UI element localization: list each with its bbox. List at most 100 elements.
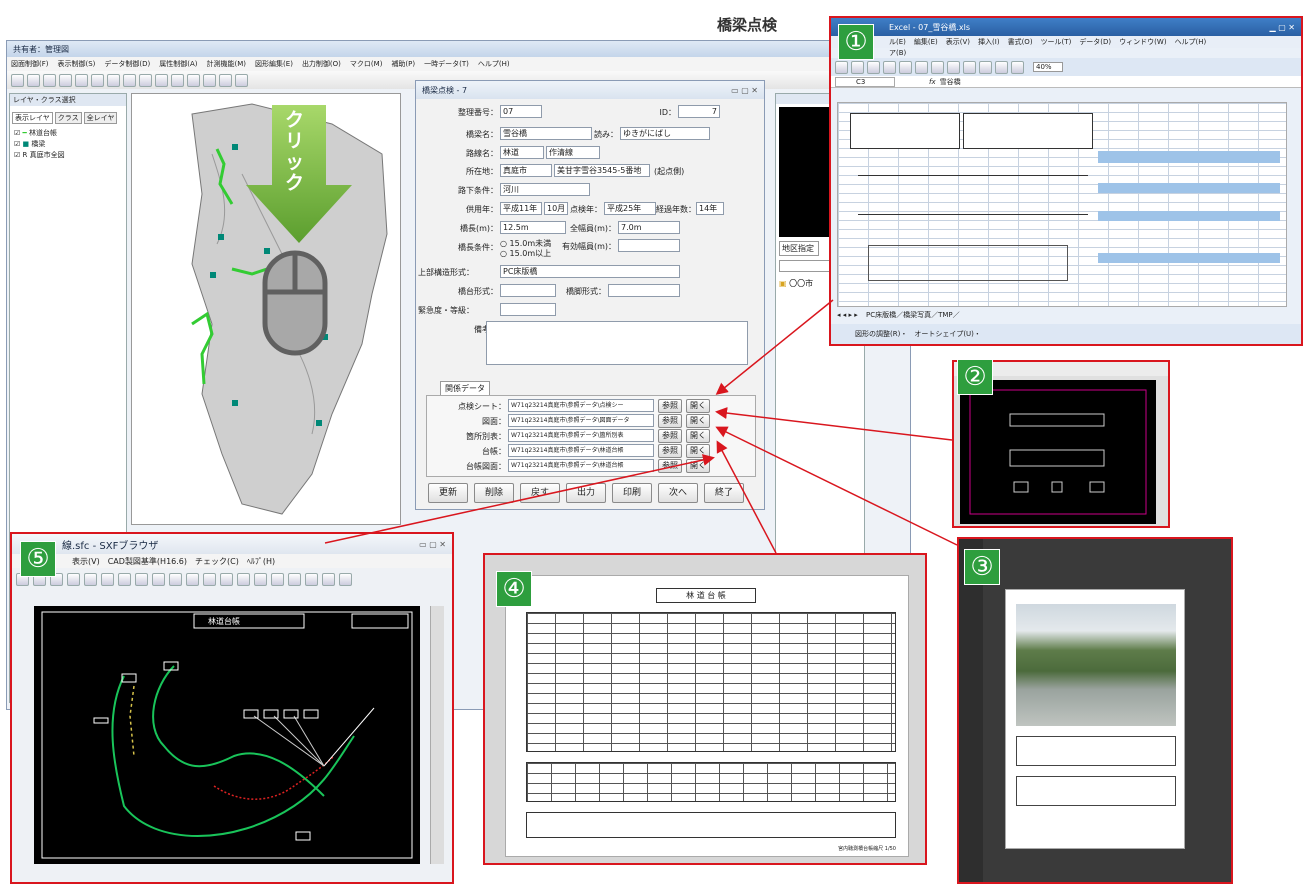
note-textarea[interactable] — [486, 321, 748, 365]
excel-menu-item[interactable]: 編集(E) — [914, 37, 938, 47]
toolbar-button[interactable] — [995, 60, 1008, 74]
sxf-menu-item[interactable]: CAD製図基準(H16.6) — [108, 556, 187, 567]
grade-field[interactable] — [500, 303, 556, 316]
ref-button-2[interactable]: 参照 — [658, 414, 682, 428]
route-type-select[interactable]: 林道 — [500, 146, 544, 159]
menu-item[interactable]: 図面制御(F) — [11, 59, 49, 69]
toolbar-button[interactable] — [203, 572, 216, 586]
excel-menu-item[interactable]: 挿入(I) — [978, 37, 1000, 47]
id-field[interactable]: 7 — [678, 105, 720, 118]
layer-item[interactable]: ☑ R 真庭市全図 — [14, 150, 122, 161]
cell-reference[interactable]: C3 — [835, 76, 895, 87]
ref-button-3[interactable]: 参照 — [658, 429, 682, 443]
eff-field[interactable] — [618, 239, 680, 252]
toolbar-button[interactable] — [931, 60, 944, 74]
next-button[interactable]: 次へ — [658, 483, 698, 503]
upper-select[interactable]: PC床版橋 — [500, 265, 680, 278]
menu-item[interactable]: 表示制御(S) — [58, 59, 96, 69]
toolbar-button[interactable] — [883, 60, 896, 74]
toolbar-button[interactable] — [322, 572, 335, 586]
route-name-select[interactable]: 作清線 — [546, 146, 600, 159]
layer-item[interactable]: ☑ ■ 橋梁 — [14, 139, 122, 150]
toolbar-button[interactable] — [135, 572, 148, 586]
open-button-2[interactable]: 開く — [686, 414, 710, 428]
revert-button[interactable]: 戻す — [520, 483, 560, 503]
formula-bar[interactable]: 雪谷橋 — [940, 77, 961, 87]
toolbar-button[interactable] — [963, 60, 976, 74]
excel-menu-item[interactable]: ウィンドウ(W) — [1119, 37, 1166, 47]
related-path-4[interactable]: W71q23214真庭市\参照データ\林道台帳 — [508, 444, 654, 457]
menu-item[interactable]: 補助(P) — [391, 59, 415, 69]
print-button[interactable]: 印刷 — [612, 483, 652, 503]
drawbar-label[interactable]: 図形の調整(R)・ オートシェイプ(U)・ — [855, 330, 981, 338]
update-button[interactable]: 更新 — [428, 483, 468, 503]
excel-menu-item[interactable]: 書式(O) — [1008, 37, 1033, 47]
tab-all-layers[interactable]: 全レイヤ — [83, 112, 118, 124]
loc-address-select[interactable]: 美甘字雪谷3545-5番地 — [554, 164, 650, 177]
toolbar-button[interactable] — [915, 60, 928, 74]
toolbar-button[interactable] — [155, 73, 168, 87]
toolbar-button[interactable] — [867, 60, 880, 74]
ref-button-4[interactable]: 参照 — [658, 444, 682, 458]
menu-item[interactable]: 属性制御(A) — [159, 59, 197, 69]
open-button-3[interactable]: 開く — [686, 429, 710, 443]
sheet-tabs[interactable]: ◂ ◂ ▸ ▸ PC床版橋／橋梁写真／TMP／ — [837, 310, 960, 320]
toolbar-button[interactable] — [235, 73, 248, 87]
menu-item[interactable]: マクロ(M) — [350, 59, 383, 69]
open-button-4[interactable]: 開く — [686, 444, 710, 458]
loc-city-select[interactable]: 真庭市 — [500, 164, 552, 177]
toolbar-button[interactable] — [219, 73, 232, 87]
layer-item[interactable]: ☑ ━ 林道台帳 — [14, 128, 122, 139]
related-data-tab[interactable]: 関係データ — [440, 381, 490, 395]
ref-button-1[interactable]: 参照 — [658, 399, 682, 413]
toolbar-button[interactable] — [305, 572, 318, 586]
menu-item[interactable]: 計測機能(M) — [207, 59, 247, 69]
related-path-3[interactable]: W71q23214真庭市\参照データ\箇所別表 — [508, 429, 654, 442]
toolbar-button[interactable] — [139, 73, 152, 87]
excel-menu-extra[interactable]: ア(B) — [831, 48, 1301, 58]
sxf-scrollbar[interactable] — [430, 606, 444, 864]
toolbar-button[interactable] — [220, 572, 233, 586]
tab-display-layer[interactable]: 表示レイヤ — [12, 112, 53, 124]
menu-item[interactable]: 一時データ(T) — [424, 59, 469, 69]
month-field[interactable]: 10月 — [544, 202, 568, 215]
menu-item[interactable]: ヘルプ(H) — [478, 59, 510, 69]
window-controls[interactable]: ▭ ▢ ✕ — [731, 86, 758, 95]
sxf-menu-item[interactable]: ﾍﾙﾌﾟ(H) — [247, 556, 275, 567]
toolbar-button[interactable] — [187, 73, 200, 87]
sxf-menu-item[interactable]: 表示(V) — [72, 556, 100, 567]
related-path-5[interactable]: W71q23214真庭市\参照データ\林道台帳 — [508, 459, 654, 472]
toolbar-button[interactable] — [899, 60, 912, 74]
pier2-field[interactable] — [608, 284, 680, 297]
related-path-1[interactable]: W71q23214真庭市\参照データ\点検シー — [508, 399, 654, 412]
toolbar-button[interactable] — [203, 73, 216, 87]
toolbar-button[interactable] — [101, 572, 114, 586]
toolbar-button[interactable] — [107, 73, 120, 87]
open-button-1[interactable]: 開く — [686, 399, 710, 413]
toolbar-button[interactable] — [118, 572, 131, 586]
excel-menu-item[interactable]: データ(D) — [1079, 37, 1111, 47]
age-field[interactable]: 14年 — [696, 202, 724, 215]
toolbar-button[interactable] — [237, 572, 250, 586]
open-button-5[interactable]: 開く — [686, 459, 710, 473]
toolbar-button[interactable] — [288, 572, 301, 586]
excel-window-controls[interactable]: ▁ ▢ ✕ — [1270, 23, 1296, 32]
toolbar-button[interactable] — [169, 572, 182, 586]
toolbar-button[interactable] — [186, 572, 199, 586]
delete-button[interactable]: 削除 — [474, 483, 514, 503]
under-select[interactable]: 河川 — [500, 183, 590, 196]
len-field[interactable]: 12.5m — [500, 221, 566, 234]
tab-area-select[interactable]: 地区指定 — [779, 241, 819, 256]
bridge-name-field[interactable]: 雪谷橋 — [500, 127, 592, 140]
menu-item[interactable]: データ制御(D) — [104, 59, 150, 69]
toolbar-button[interactable] — [1011, 60, 1024, 74]
width-field[interactable]: 7.0m — [618, 221, 680, 234]
toolbar-button[interactable] — [11, 73, 24, 87]
toolbar-button[interactable] — [152, 572, 165, 586]
toolbar-button[interactable] — [339, 572, 352, 586]
excel-menu-item[interactable]: ツール(T) — [1041, 37, 1072, 47]
toolbar-button[interactable] — [171, 73, 184, 87]
zoom-select[interactable]: 40% — [1033, 62, 1063, 72]
excel-sheet[interactable] — [837, 102, 1287, 307]
toolbar-button[interactable] — [27, 73, 40, 87]
